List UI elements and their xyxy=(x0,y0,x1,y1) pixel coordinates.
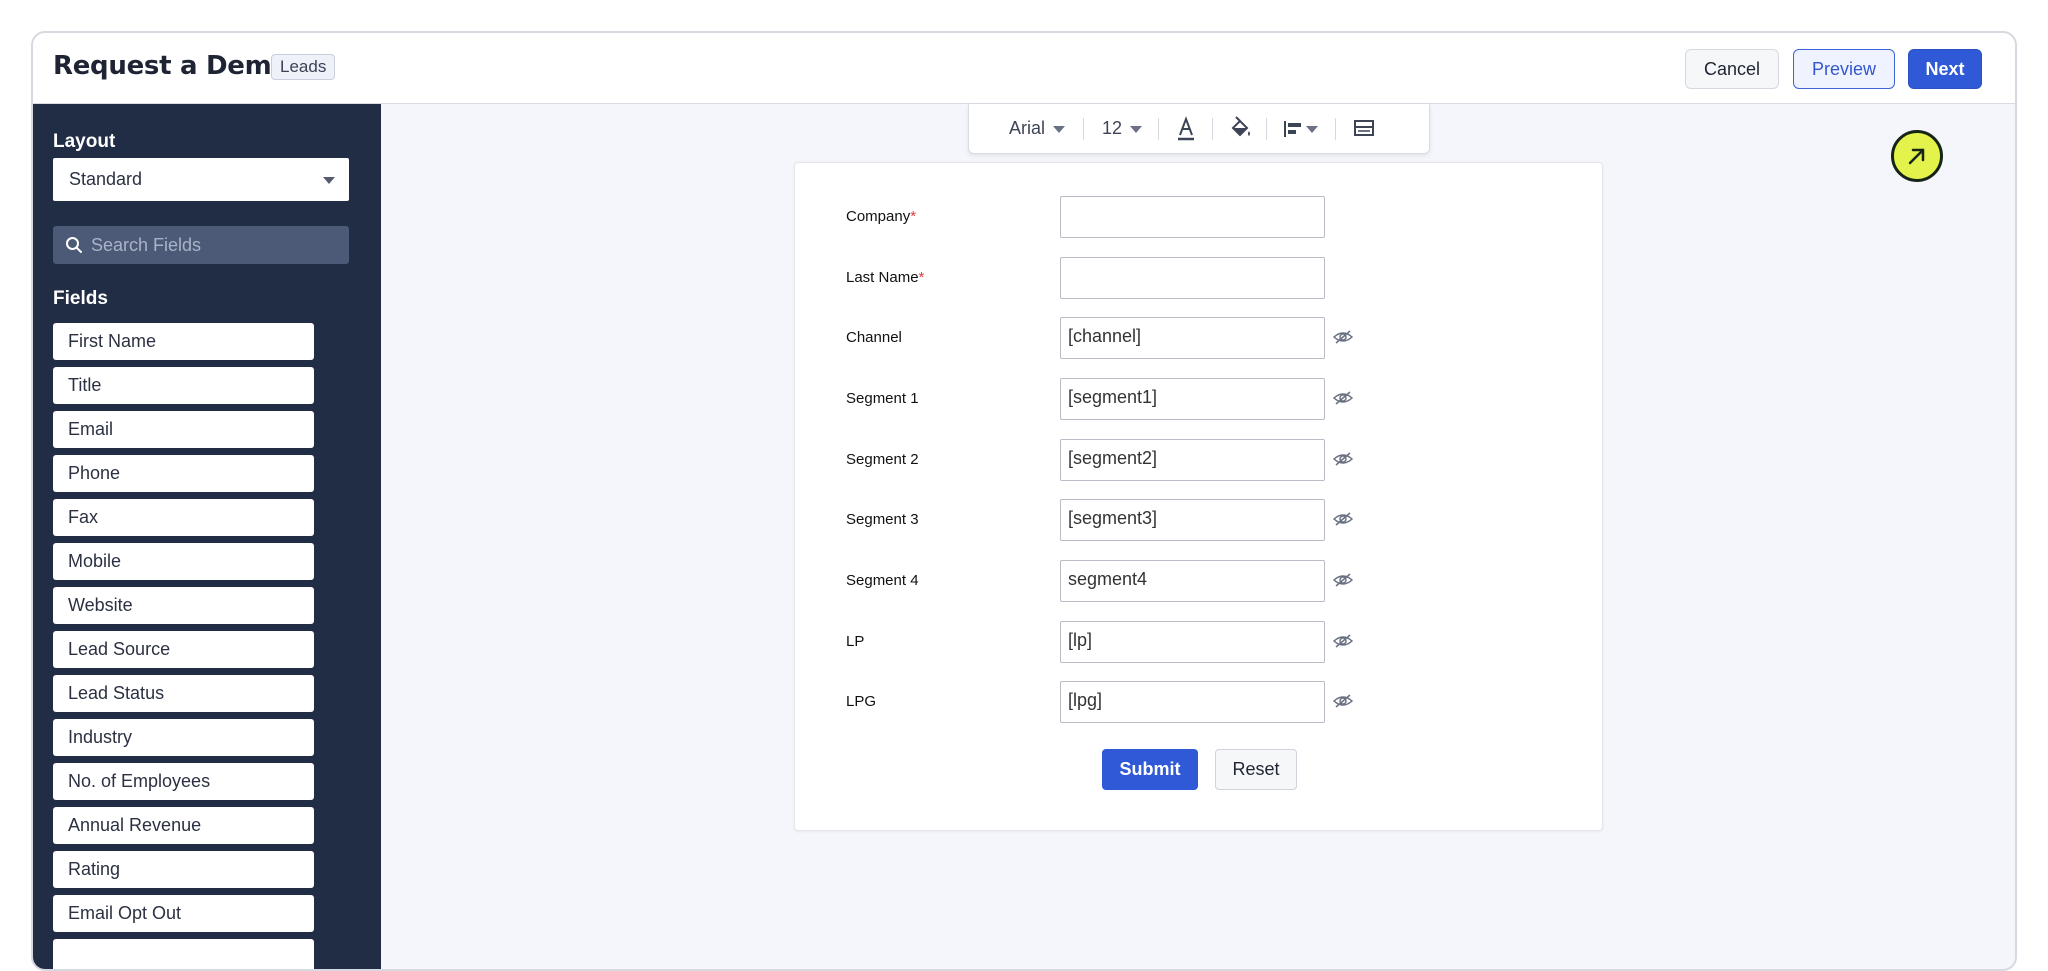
toolbar-divider xyxy=(1212,118,1213,140)
search-placeholder: Search Fields xyxy=(91,235,202,255)
field-item-first-name[interactable]: First Name xyxy=(53,323,314,360)
chevron-down-icon xyxy=(323,177,335,184)
toolbar-divider xyxy=(1158,118,1159,140)
form-label-segment-2: Segment 2 xyxy=(846,451,919,468)
fill-color-icon xyxy=(1231,116,1250,137)
chevron-down-icon xyxy=(1306,125,1318,133)
segment-4-input[interactable]: segment4 xyxy=(1060,560,1325,602)
field-item-employees[interactable]: No. of Employees xyxy=(53,763,314,800)
sidebar: Layout Standard Search Fields Fields Fir… xyxy=(33,104,381,969)
layout-label: Layout xyxy=(53,131,116,152)
arrow-up-right-icon xyxy=(1908,148,1925,165)
layout-button[interactable] xyxy=(1352,104,1376,152)
hidden-field-eye-icon[interactable] xyxy=(1332,451,1354,467)
segment-2-input[interactable]: [segment2] xyxy=(1060,439,1325,481)
text-color-icon xyxy=(1178,116,1194,141)
hidden-field-eye-icon[interactable] xyxy=(1332,511,1354,527)
form-label-segment-3: Segment 3 xyxy=(846,511,919,528)
field-item-partial[interactable] xyxy=(53,939,314,969)
field-item-title[interactable]: Title xyxy=(53,367,314,404)
fields-label: Fields xyxy=(53,288,108,309)
align-left-icon xyxy=(1284,121,1301,138)
field-item-email-opt-out[interactable]: Email Opt Out xyxy=(53,895,314,932)
field-item-mobile[interactable]: Mobile xyxy=(53,543,314,580)
hidden-field-eye-icon[interactable] xyxy=(1332,572,1354,588)
form-label-channel: Channel xyxy=(846,329,902,346)
toolbar-divider xyxy=(1335,118,1336,140)
form-label-last-name: Last Name* xyxy=(846,269,924,286)
layout-select[interactable]: Standard xyxy=(53,158,349,201)
text-color-button[interactable] xyxy=(1175,104,1197,152)
form-label-company: Company* xyxy=(846,208,916,225)
chevron-down-icon xyxy=(1130,125,1143,133)
hidden-field-eye-icon[interactable] xyxy=(1332,329,1354,345)
field-item-annual-revenue[interactable]: Annual Revenue xyxy=(53,807,314,844)
page-title: Request a Demo xyxy=(53,51,289,81)
form-label-text: Last Name xyxy=(846,269,919,286)
field-item-rating[interactable]: Rating xyxy=(53,851,314,888)
font-size-select[interactable]: 12 xyxy=(1102,104,1143,152)
reset-button[interactable]: Reset xyxy=(1215,749,1297,790)
form-label-lp: LP xyxy=(846,633,865,650)
field-item-fax[interactable]: Fax xyxy=(53,499,314,536)
hidden-field-eye-icon[interactable] xyxy=(1332,633,1354,649)
field-item-phone[interactable]: Phone xyxy=(53,455,314,492)
font-family-select[interactable]: Arial xyxy=(1009,104,1066,152)
module-badge: Leads xyxy=(271,54,336,80)
font-size-value: 12 xyxy=(1102,118,1123,138)
field-item-website[interactable]: Website xyxy=(53,587,314,624)
search-icon xyxy=(66,237,82,253)
header-bar: Request a Demo Leads Cancel Preview Next xyxy=(33,33,2015,104)
toolbar-divider xyxy=(1083,118,1084,140)
hidden-field-eye-icon[interactable] xyxy=(1332,390,1354,406)
field-item-lead-status[interactable]: Lead Status xyxy=(53,675,314,712)
form-label-lpg: LPG xyxy=(846,693,877,710)
lp-input[interactable]: [lp] xyxy=(1060,621,1325,663)
segment-3-input[interactable]: [segment3] xyxy=(1060,499,1325,541)
hidden-field-eye-icon[interactable] xyxy=(1332,693,1354,709)
field-item-lead-source[interactable]: Lead Source xyxy=(53,631,314,668)
fill-color-button[interactable] xyxy=(1229,104,1253,152)
preview-button[interactable]: Preview xyxy=(1793,49,1895,89)
submit-button[interactable]: Submit xyxy=(1102,749,1198,790)
layout-icon xyxy=(1354,120,1374,136)
format-toolbar: Arial 12 xyxy=(968,104,1430,154)
field-item-email[interactable]: Email xyxy=(53,411,314,448)
cursor-indicator xyxy=(1891,130,1943,182)
search-fields-input[interactable]: Search Fields xyxy=(53,226,349,264)
next-button[interactable]: Next xyxy=(1908,49,1982,89)
company-input[interactable] xyxy=(1060,196,1325,238)
required-marker: * xyxy=(918,269,925,286)
cancel-button[interactable]: Cancel xyxy=(1685,49,1779,89)
layout-select-value: Standard xyxy=(69,169,143,189)
form-preview-card: Company* Last Name* Channel [channel] Se… xyxy=(794,162,1603,831)
field-item-industry[interactable]: Industry xyxy=(53,719,314,756)
align-select[interactable] xyxy=(1282,104,1318,152)
form-label-text: Company xyxy=(846,208,911,225)
last-name-input[interactable] xyxy=(1060,257,1325,299)
form-builder-window: Request a Demo Leads Cancel Preview Next… xyxy=(31,31,2017,971)
form-label-segment-1: Segment 1 xyxy=(846,390,919,407)
toolbar-divider xyxy=(1266,118,1267,140)
channel-input[interactable]: [channel] xyxy=(1060,317,1325,359)
chevron-down-icon xyxy=(1053,125,1066,133)
font-family-value: Arial xyxy=(1009,118,1046,138)
lpg-input[interactable]: [lpg] xyxy=(1060,681,1325,723)
form-label-segment-4: Segment 4 xyxy=(846,572,919,589)
required-marker: * xyxy=(910,208,917,225)
segment-1-input[interactable]: [segment1] xyxy=(1060,378,1325,420)
